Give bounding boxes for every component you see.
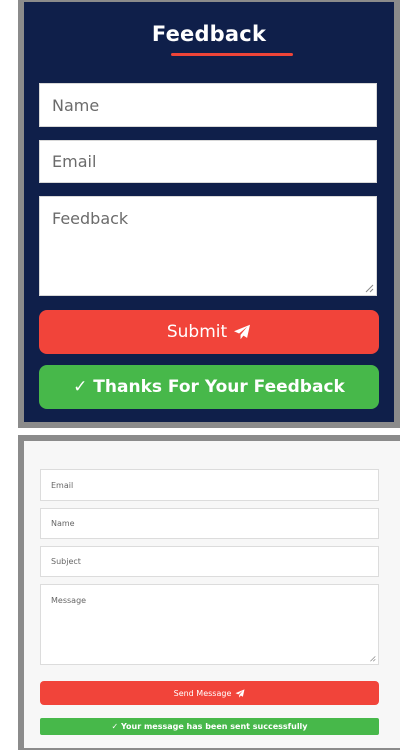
contact-email-placeholder: Email <box>51 480 74 490</box>
feedback-form-card: Feedback Name Email Feedback Submit ✓ Th… <box>18 0 400 428</box>
title-underline <box>171 53 293 56</box>
message-textarea[interactable]: Message <box>40 584 379 665</box>
submit-button[interactable]: Submit <box>39 310 379 354</box>
email-placeholder: Email <box>52 152 97 171</box>
feedback-placeholder: Feedback <box>52 209 129 228</box>
send-message-button[interactable]: Send Message <box>40 681 379 705</box>
email-field[interactable]: Email <box>39 140 377 183</box>
contact-email-field[interactable]: Email <box>40 469 379 501</box>
paper-plane-icon <box>234 324 251 340</box>
message-placeholder: Message <box>51 596 87 605</box>
resize-handle-icon[interactable] <box>369 655 376 662</box>
feedback-success-message: ✓ Thanks For Your Feedback <box>39 365 379 409</box>
submit-label: Submit <box>166 322 228 342</box>
send-message-label: Send Message <box>173 688 232 698</box>
contact-name-field[interactable]: Name <box>40 508 379 539</box>
contact-name-placeholder: Name <box>51 519 75 528</box>
subject-field[interactable]: Subject <box>40 546 379 577</box>
paper-plane-icon <box>235 688 245 698</box>
message-sent-banner: ✓ Your message has been sent successfull… <box>40 718 379 735</box>
resize-handle-icon[interactable] <box>364 283 374 293</box>
feedback-title: Feedback <box>151 22 267 46</box>
name-field[interactable]: Name <box>39 83 377 127</box>
name-placeholder: Name <box>52 95 100 115</box>
feedback-textarea[interactable]: Feedback <box>39 196 377 296</box>
subject-placeholder: Subject <box>51 557 81 566</box>
contact-form-card: Email Name Subject Message Send Message … <box>18 435 400 750</box>
